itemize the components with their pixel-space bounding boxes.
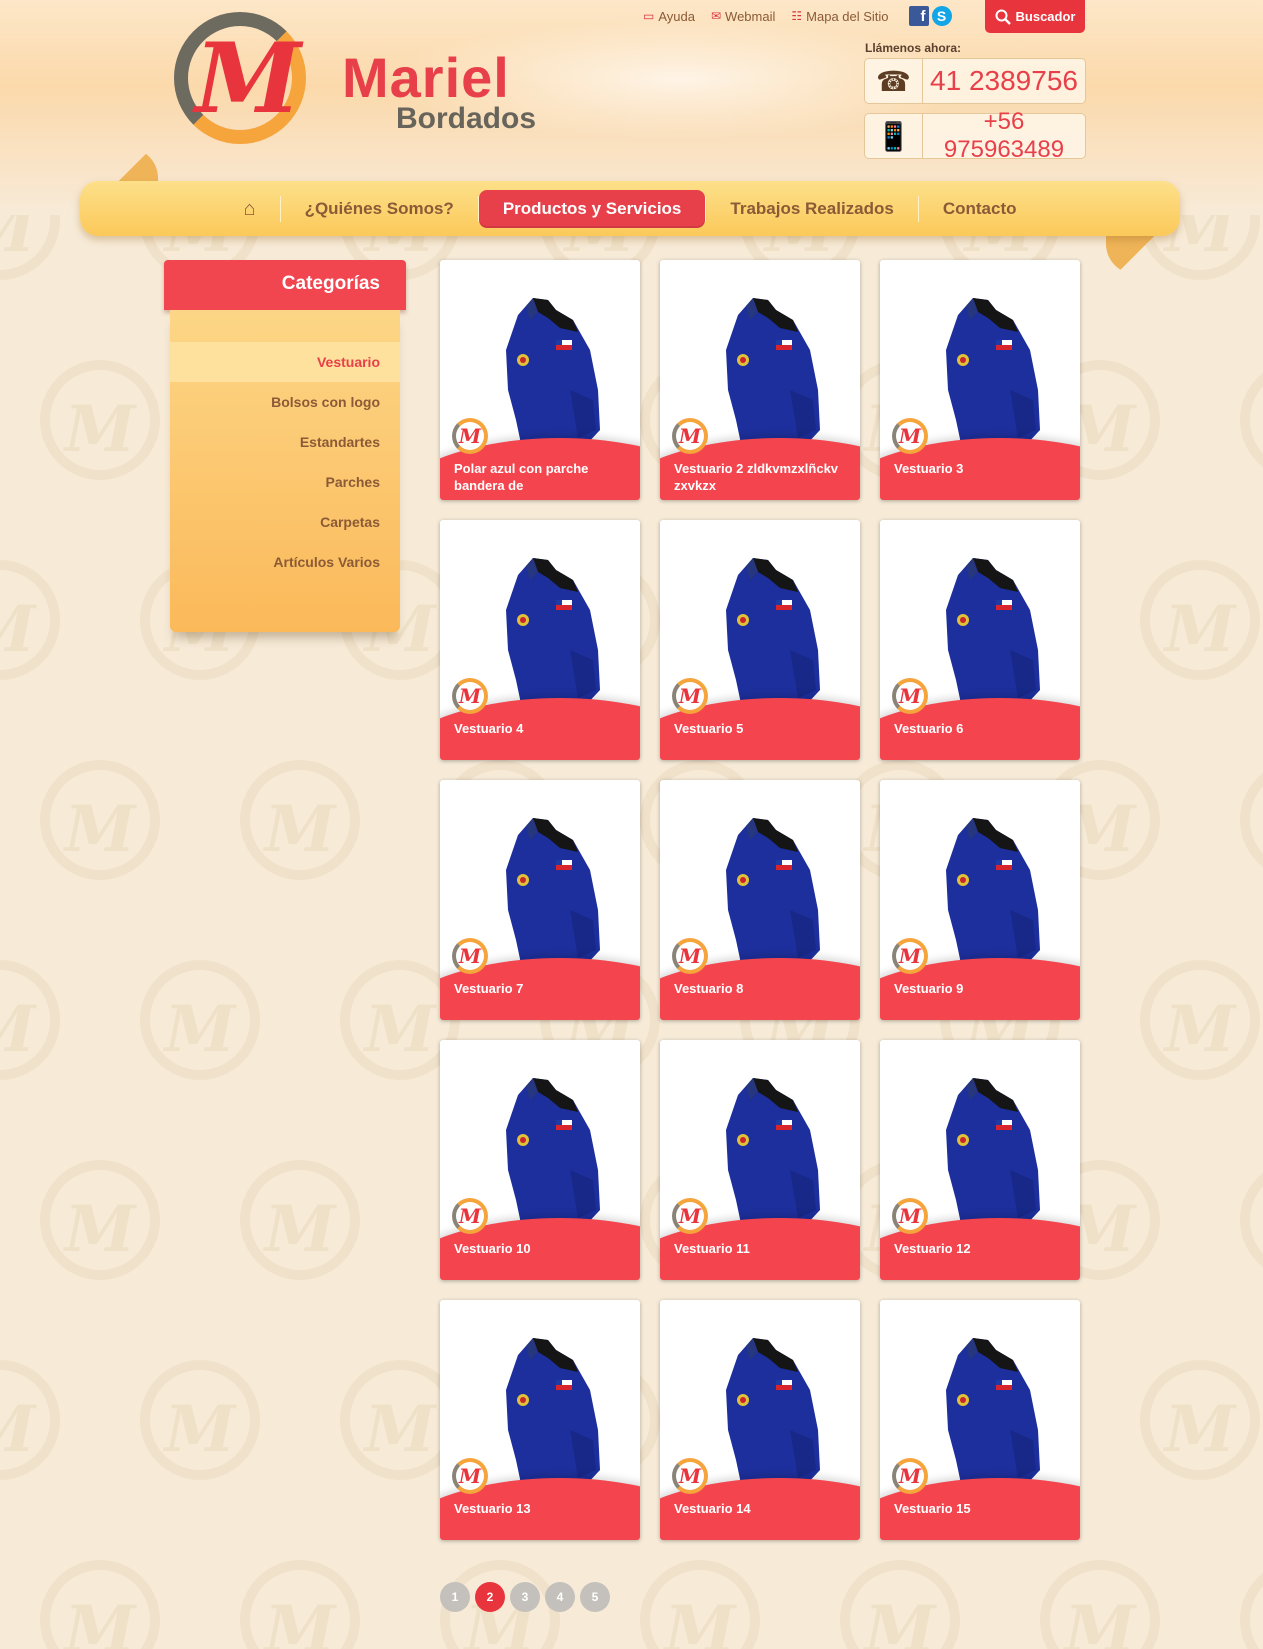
brand-badge-icon: M xyxy=(672,1198,708,1234)
categories-title: Categorías xyxy=(164,260,406,320)
nav-home[interactable]: ⌂ xyxy=(219,190,279,228)
product-card[interactable]: M Vestuario 7 xyxy=(440,780,640,1020)
nav-about[interactable]: ¿Quiénes Somos? xyxy=(281,190,478,228)
top-links: ▭ Ayuda ✉ Webmail ☷ Mapa del Sitio f S xyxy=(643,6,952,26)
page-button[interactable]: 4 xyxy=(545,1582,575,1612)
sitemap-icon: ☷ xyxy=(791,9,803,23)
chat-bubble-icon: ▭ xyxy=(643,9,655,23)
landline-number[interactable]: 41 2389756 xyxy=(923,65,1085,97)
search-button[interactable]: Buscador xyxy=(985,0,1085,33)
home-icon: ⌂ xyxy=(243,197,256,220)
search-icon xyxy=(995,9,1011,25)
page-button[interactable]: 1 xyxy=(440,1582,470,1612)
logo-subtitle: Bordados xyxy=(396,102,537,135)
product-card[interactable]: M Vestuario 14 xyxy=(660,1300,860,1540)
product-card[interactable]: M Vestuario 9 xyxy=(880,780,1080,1020)
facebook-icon[interactable]: f xyxy=(908,6,929,26)
brand-badge-icon: M xyxy=(672,938,708,974)
site-logo[interactable]: M Mariel Bordados xyxy=(170,10,550,150)
product-card[interactable]: M Vestuario 10 xyxy=(440,1040,640,1280)
product-title: Vestuario 15 xyxy=(894,1501,971,1516)
product-title: Vestuario 2 zldkvmzxlñckv zxvkzx xyxy=(674,461,839,493)
product-card[interactable]: M Vestuario 3 xyxy=(880,260,1080,500)
brand-badge-icon: M xyxy=(892,938,928,974)
brand-badge-icon: M xyxy=(452,418,488,454)
product-title: Vestuario 12 xyxy=(894,1241,971,1256)
brand-badge-icon: M xyxy=(892,418,928,454)
phone-icon: ☎ xyxy=(865,59,923,103)
main-nav: ⌂ ¿Quiénes Somos? Productos y Servicios … xyxy=(80,181,1180,236)
product-title: Vestuario 7 xyxy=(454,981,524,996)
product-card[interactable]: M Vestuario 12 xyxy=(880,1040,1080,1280)
brand-badge-icon: M xyxy=(452,678,488,714)
mobile-number[interactable]: +56 975963489 xyxy=(923,108,1085,164)
brand-badge-icon: M xyxy=(672,678,708,714)
category-vestuario[interactable]: Vestuario xyxy=(170,342,400,382)
nav-products[interactable]: Productos y Servicios xyxy=(478,189,706,228)
brand-badge-icon: M xyxy=(452,1198,488,1234)
logo-name: Mariel xyxy=(342,46,510,109)
envelope-icon: ✉ xyxy=(710,9,722,23)
mobile-chat-icon: 📱 xyxy=(865,114,923,158)
sitemap-link[interactable]: ☷ Mapa del Sitio xyxy=(791,9,888,24)
webmail-link[interactable]: ✉ Webmail xyxy=(711,9,775,24)
call-label: Llámenos ahora: xyxy=(865,41,962,55)
brand-badge-icon: M xyxy=(672,418,708,454)
product-title: Vestuario 6 xyxy=(894,721,964,736)
skype-icon[interactable]: S xyxy=(931,6,952,26)
product-title: Vestuario 9 xyxy=(894,981,964,996)
page-button[interactable]: 5 xyxy=(580,1582,610,1612)
product-title: Vestuario 8 xyxy=(674,981,744,996)
product-card[interactable]: M Vestuario 13 xyxy=(440,1300,640,1540)
brand-badge-icon: M xyxy=(892,1198,928,1234)
category-parches[interactable]: Parches xyxy=(170,462,400,502)
product-title: Vestuario 13 xyxy=(454,1501,531,1516)
help-link[interactable]: ▭ Ayuda xyxy=(643,9,695,24)
categories-panel: Vestuario Bolsos con logo Estandartes Pa… xyxy=(170,310,400,632)
product-card[interactable]: M Vestuario 2 zldkvmzxlñckv zxvkzx xyxy=(660,260,860,500)
pagination: 12345 xyxy=(440,1582,610,1612)
product-title: Vestuario 10 xyxy=(454,1241,531,1256)
category-bolsos[interactable]: Bolsos con logo xyxy=(170,382,400,422)
product-title: Vestuario 11 xyxy=(674,1241,750,1256)
brand-badge-icon: M xyxy=(672,1458,708,1494)
mobile-box: 📱 +56 975963489 xyxy=(864,108,1086,163)
category-estandartes[interactable]: Estandartes xyxy=(170,422,400,462)
product-card[interactable]: M Vestuario 8 xyxy=(660,780,860,1020)
product-title: Vestuario 5 xyxy=(674,721,744,736)
logo-mark: M xyxy=(194,22,302,135)
category-carpetas[interactable]: Carpetas xyxy=(170,502,400,542)
nav-contact[interactable]: Contacto xyxy=(919,190,1041,228)
nav-works[interactable]: Trabajos Realizados xyxy=(706,190,917,228)
landline-box: ☎ 41 2389756 xyxy=(864,58,1086,104)
category-varios[interactable]: Artículos Varios xyxy=(170,542,400,582)
product-card[interactable]: M Vestuario 4 xyxy=(440,520,640,760)
brand-badge-icon: M xyxy=(892,678,928,714)
product-title: Vestuario 3 xyxy=(894,461,964,476)
page-button[interactable]: 3 xyxy=(510,1582,540,1612)
product-card[interactable]: M Vestuario 15 xyxy=(880,1300,1080,1540)
brand-badge-icon: M xyxy=(452,938,488,974)
product-card[interactable]: M Vestuario 6 xyxy=(880,520,1080,760)
product-card[interactable]: M Vestuario 5 xyxy=(660,520,860,760)
product-title: Vestuario 4 xyxy=(454,721,524,736)
product-title: Polar azul con parche bandera de xyxy=(454,461,589,493)
brand-badge-icon: M xyxy=(892,1458,928,1494)
product-title: Vestuario 14 xyxy=(674,1501,751,1516)
brand-badge-icon: M xyxy=(452,1458,488,1494)
product-card[interactable]: M Vestuario 11 xyxy=(660,1040,860,1280)
page-button[interactable]: 2 xyxy=(475,1582,505,1612)
product-card[interactable]: M Polar azul con parche bandera de xyxy=(440,260,640,500)
